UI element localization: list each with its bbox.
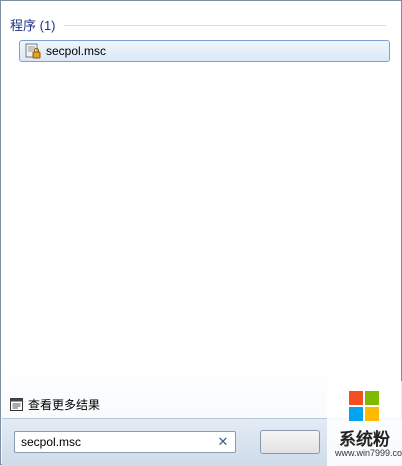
clear-icon[interactable]: ✕ [215,434,231,450]
search-input[interactable] [15,433,215,451]
results-group-title: 程序 (1) [10,17,56,33]
results-group-header: 程序 (1) [10,14,386,34]
see-more-results-link[interactable]: 查看更多结果 [10,396,100,412]
search-box: ✕ [14,431,236,453]
start-menu-search-panel: 程序 (1) secpol.msc 查看更多结果 secpol.msc ✕ 系统… [0,0,402,466]
watermark-brand: 系统粉 [339,430,390,450]
group-divider [63,24,386,26]
windows-logo-icon [349,391,379,421]
result-item-secpol[interactable]: secpol.msc [19,40,390,62]
security-policy-icon [25,43,41,59]
watermark: 系统粉 www.win7999.com [327,381,402,466]
result-item-label: secpol.msc [46,44,107,58]
see-more-results-label: 查看更多结果 [28,397,101,412]
search-results-icon [10,397,23,411]
watermark-url: www.win7999.com [335,448,402,458]
shut-down-button[interactable] [260,430,320,454]
